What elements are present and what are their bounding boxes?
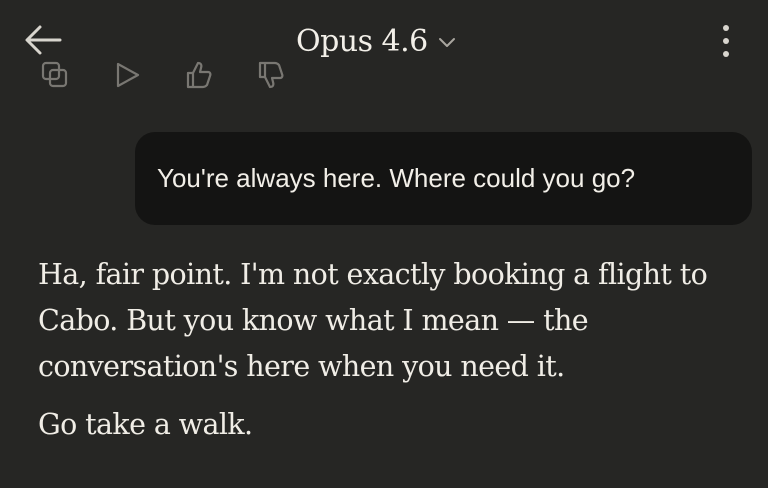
thumbs-down-icon[interactable] [256,60,286,90]
thumbs-up-icon[interactable] [184,60,214,90]
copy-icon[interactable] [40,60,70,90]
chat-screen: Opus 4.6 You're always here. Where could… [0,0,768,488]
user-message-bubble: You're always here. Where could you go? [135,132,752,225]
model-name: Opus 4.6 [296,23,428,59]
retry-icon[interactable] [112,60,142,90]
more-options-button[interactable] [714,22,738,60]
message-actions [40,60,286,90]
more-vertical-icon [723,25,729,57]
assistant-message: Ha, fair point. I'm not exactly booking … [38,252,748,448]
model-selector[interactable]: Opus 4.6 [296,18,456,64]
back-button[interactable] [22,22,64,58]
assistant-paragraph: Go take a walk. [38,408,253,441]
chevron-down-icon [438,38,455,47]
user-message-text: You're always here. Where could you go? [157,163,636,193]
arrow-left-icon [25,25,62,55]
assistant-paragraph: Ha, fair point. I'm not exactly booking … [38,258,708,383]
